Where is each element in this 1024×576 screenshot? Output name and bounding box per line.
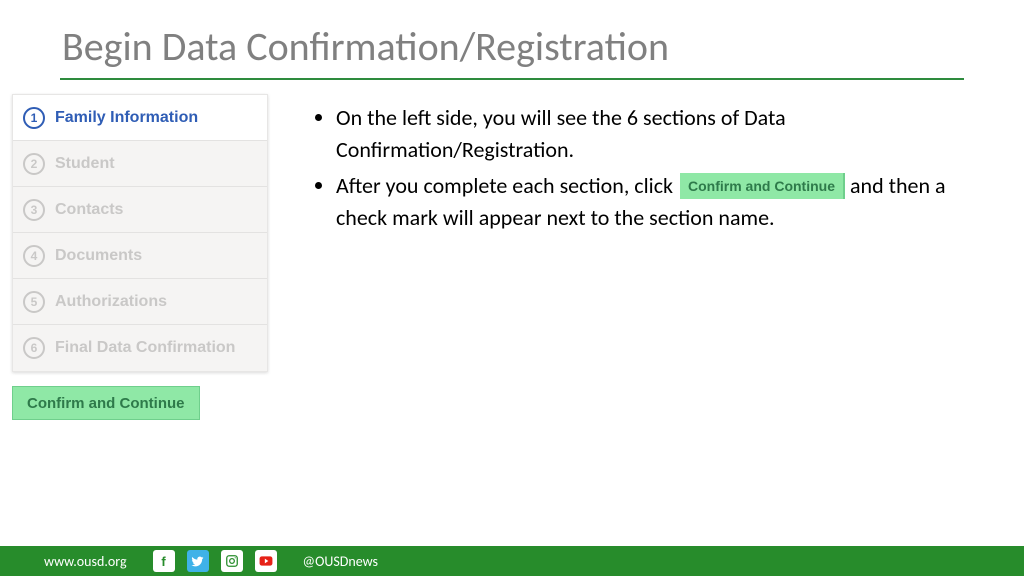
step-number-icon: 2 [23, 153, 45, 175]
step-label: Student [55, 155, 115, 173]
bullet-2-text-pre: After you complete each section, click [336, 172, 673, 199]
slide-title: Begin Data Confirmation/Registration [62, 22, 669, 71]
instruction-bullet-2: After you complete each section, click C… [336, 170, 970, 234]
sidebar-item-final-data-confirmation[interactable]: 6 Final Data Confirmation [13, 325, 267, 371]
footer-bar: www.ousd.org f @OUSDnews [0, 546, 1024, 576]
step-label: Contacts [55, 201, 123, 219]
steps-sidebar: 1 Family Information 2 Student 3 Contact… [12, 94, 268, 372]
step-label: Authorizations [55, 293, 167, 311]
footer-handle: @OUSDnews [303, 553, 378, 570]
step-number-icon: 5 [23, 291, 45, 313]
step-number-icon: 3 [23, 199, 45, 221]
step-label: Documents [55, 247, 142, 265]
sidebar-item-contacts[interactable]: 3 Contacts [13, 187, 267, 233]
footer-url: www.ousd.org [44, 553, 127, 570]
facebook-icon[interactable]: f [153, 550, 175, 572]
step-label: Family Information [55, 109, 198, 127]
youtube-icon[interactable] [255, 550, 277, 572]
inline-confirm-chip: Confirm and Continue [680, 173, 845, 199]
confirm-and-continue-button[interactable]: Confirm and Continue [12, 386, 200, 420]
slide: Begin Data Confirmation/Registration 1 F… [0, 0, 1024, 576]
instagram-icon[interactable] [221, 550, 243, 572]
instruction-list: On the left side, you will see the 6 sec… [310, 102, 970, 238]
step-number-icon: 4 [23, 245, 45, 267]
title-underline [60, 78, 964, 80]
twitter-icon[interactable] [187, 550, 209, 572]
step-number-icon: 6 [23, 337, 45, 359]
sidebar-item-authorizations[interactable]: 5 Authorizations [13, 279, 267, 325]
sidebar-item-student[interactable]: 2 Student [13, 141, 267, 187]
step-number-icon: 1 [23, 107, 45, 129]
sidebar-item-documents[interactable]: 4 Documents [13, 233, 267, 279]
step-label: Final Data Confirmation [55, 339, 235, 357]
sidebar-item-family-information[interactable]: 1 Family Information [13, 95, 267, 141]
instruction-bullet-1: On the left side, you will see the 6 sec… [336, 102, 970, 166]
